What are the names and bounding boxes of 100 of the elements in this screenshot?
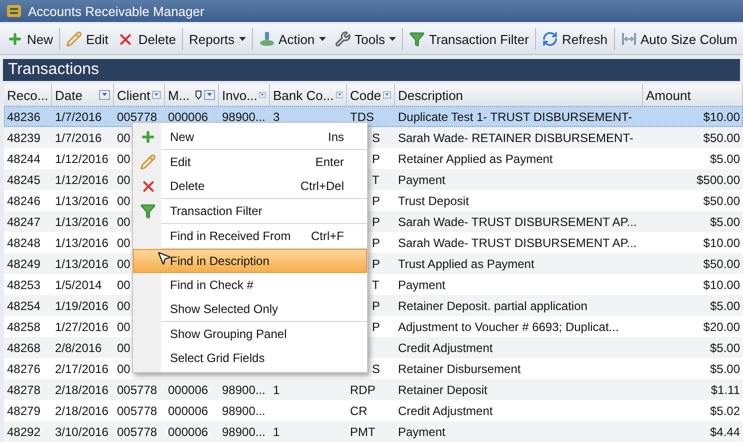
- table-cell: $20.00: [703, 320, 740, 334]
- table-cell: 00: [117, 152, 130, 166]
- table-cell: $50.00: [703, 256, 740, 270]
- table-cell: $5.02: [710, 404, 740, 418]
- table-cell: 00: [117, 256, 130, 270]
- funnel-icon: [140, 203, 156, 219]
- table-cell: Trust Deposit: [398, 194, 469, 208]
- table-cell: 1: [273, 382, 280, 396]
- table-cell: 00: [117, 320, 130, 334]
- table-cell: P: [372, 320, 380, 334]
- caret-icon: [318, 37, 326, 41]
- table-cell: Retainer Applied as Payment: [398, 152, 553, 166]
- menu-item[interactable]: New Ins: [133, 125, 367, 149]
- column-label: Description: [398, 88, 464, 102]
- table-row[interactable]: 48278 2/18/2016 005778 000006 98900... 1 RDP Retainer Deposit $1.11: [4, 379, 743, 400]
- shortcut-label: Ctrl+Del: [300, 179, 345, 193]
- table-row[interactable]: 48236 1/7/2016 005778 000006 98900... 3 TDS Duplicate Test 1- TRUST DISBURSEMENT- $10.00: [4, 106, 743, 127]
- table-cell: $5.00: [710, 152, 740, 166]
- toolbar-dropdown[interactable]: Reports: [186, 27, 249, 51]
- table-cell: $10.00: [703, 110, 740, 124]
- table-cell: 1/12/2016: [55, 152, 108, 166]
- table-cell: 005778: [117, 404, 158, 418]
- table-cell: 1/19/2016: [55, 298, 108, 312]
- toolbar-button[interactable]: Delete: [114, 27, 179, 51]
- table-cell: 2/18/2016: [55, 382, 108, 396]
- table-cell: 000006: [168, 424, 208, 438]
- cursor-icon: [156, 250, 172, 266]
- table-cell: $10.00: [703, 236, 740, 250]
- table-cell: P: [372, 298, 380, 312]
- filter-icon[interactable]: [99, 90, 110, 100]
- filter-icon[interactable]: [336, 90, 343, 100]
- table-cell: 00: [117, 298, 130, 312]
- table-cell: 00: [117, 194, 130, 208]
- stamp-icon: [258, 31, 275, 47]
- table-cell: 98900...: [222, 424, 266, 438]
- table-cell: 48247: [7, 214, 40, 228]
- table-cell: 48245: [7, 172, 40, 186]
- table-cell: $10.00: [703, 278, 740, 292]
- table-cell: 1/7/2016: [55, 130, 102, 144]
- table-cell: 00: [117, 236, 130, 250]
- filter-icon[interactable]: [259, 90, 266, 100]
- toolbar-button[interactable]: New: [4, 27, 56, 51]
- column-label: Amount: [646, 88, 692, 102]
- column-label: M...: [168, 88, 191, 102]
- column-label: Invo...: [222, 88, 258, 102]
- table-cell: 005778: [117, 110, 158, 124]
- table-cell: 48246: [7, 194, 40, 208]
- table-cell: 2/17/2016: [55, 362, 108, 376]
- table-cell: $5.00: [710, 362, 740, 376]
- toolbar-dropdown[interactable]: Action: [256, 27, 329, 51]
- table-cell: 3: [273, 110, 280, 124]
- table-cell: S: [372, 362, 380, 376]
- column-label: Date: [55, 88, 84, 102]
- filter-icon[interactable]: [204, 90, 215, 100]
- table-cell: $50.00: [703, 130, 740, 144]
- table-cell: CR: [350, 404, 368, 418]
- table-cell: $5.00: [710, 298, 740, 312]
- toolbar-button[interactable]: Transaction Filter: [406, 27, 532, 51]
- toolbar-dropdown[interactable]: Tools: [332, 27, 400, 51]
- pencil-icon: [66, 31, 82, 47]
- column-label: Bank Co...: [273, 88, 334, 102]
- wrench-icon: [334, 31, 351, 47]
- table-cell: 1/7/2016: [55, 110, 102, 124]
- table-cell: 48292: [7, 424, 40, 438]
- plus-icon: [7, 31, 23, 47]
- shortcut-label: Enter: [315, 155, 345, 169]
- table-cell: 000006: [168, 382, 208, 396]
- table-cell: P: [372, 214, 380, 228]
- table-cell: 48244: [7, 152, 40, 166]
- menu-item[interactable]: Find in Description: [133, 249, 367, 273]
- table-row[interactable]: 48292 3/10/2016 005778 000006 98900... 1 PMT Payment $4.44: [4, 421, 743, 442]
- toolbar-button[interactable]: Edit: [63, 27, 112, 51]
- shortcut-label: Ins: [328, 130, 345, 144]
- filter-icon[interactable]: [383, 90, 391, 100]
- menu-item[interactable]: Find in Check #: [133, 273, 367, 297]
- table-cell: 005778: [117, 424, 158, 438]
- table-cell: 00: [117, 278, 130, 292]
- table-cell: P: [372, 236, 380, 250]
- table-cell: 48254: [7, 298, 40, 312]
- caret-icon: [389, 37, 396, 41]
- table-cell: 48253: [7, 278, 40, 292]
- filter-icon[interactable]: [152, 90, 161, 100]
- table-cell: 48249: [7, 256, 40, 270]
- table-cell: Trust Applied as Payment: [398, 256, 534, 270]
- columns-icon: [620, 31, 636, 47]
- table-cell: 48278: [7, 382, 40, 396]
- table-cell: $50.00: [703, 194, 740, 208]
- pencil-icon: [140, 154, 156, 170]
- table-cell: T: [372, 278, 380, 292]
- plus-icon: [140, 129, 156, 145]
- column-label: Code: [350, 88, 382, 102]
- table-cell: 48279: [7, 404, 40, 418]
- refresh-icon: [542, 31, 558, 47]
- table-cell: 1/13/2016: [55, 194, 108, 208]
- table-cell: 1: [273, 424, 280, 438]
- shortcut-label: Ctrl+F: [311, 229, 345, 243]
- table-cell: 1/27/2016: [55, 320, 108, 334]
- table-cell: 48276: [7, 362, 40, 376]
- toolbar-button[interactable]: Auto Size Colum: [618, 27, 740, 51]
- toolbar-button[interactable]: Refresh: [538, 27, 610, 51]
